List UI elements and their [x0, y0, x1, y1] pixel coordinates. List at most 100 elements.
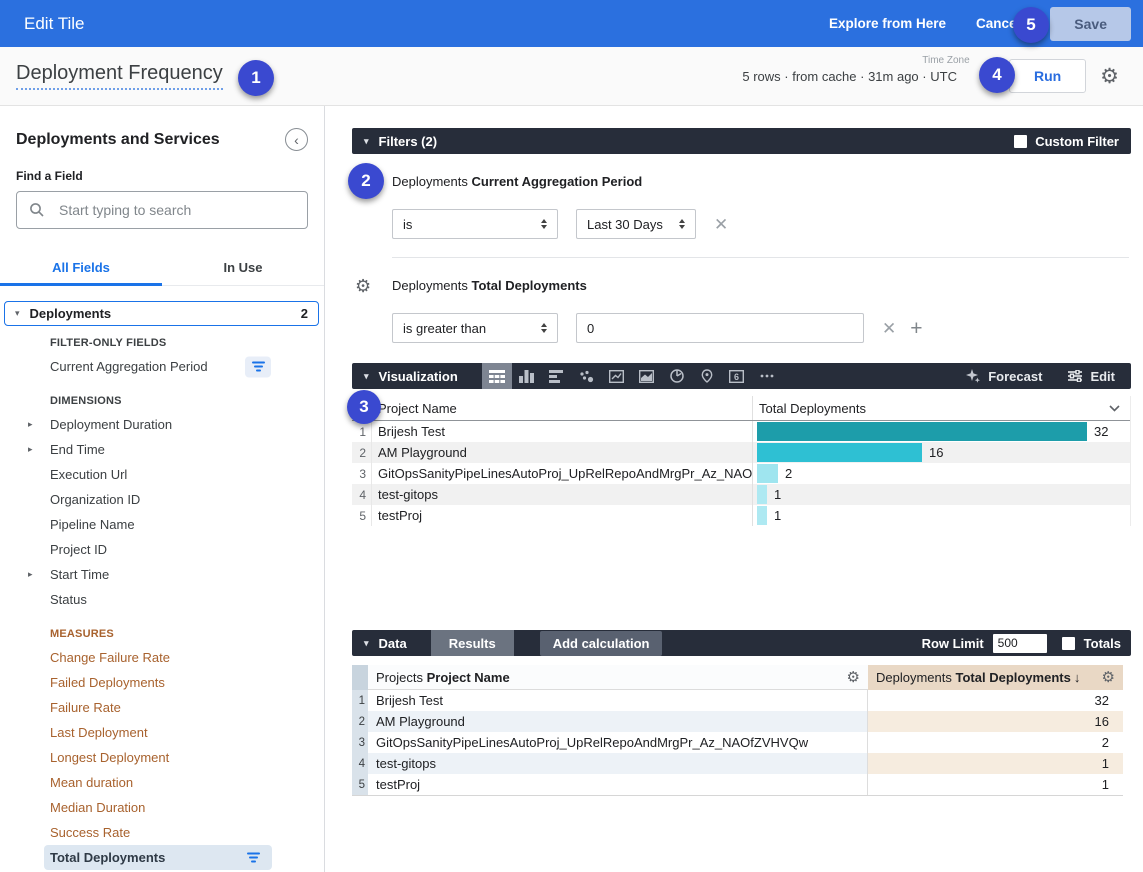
- custom-filter-toggle[interactable]: Custom Filter: [1014, 134, 1119, 149]
- data-col-project-name[interactable]: Projects Project Name ⚙: [368, 665, 868, 690]
- filter-operator-select[interactable]: is greater than: [392, 313, 558, 343]
- timezone-label: Time Zone: [922, 55, 969, 66]
- chevron-right-icon[interactable]: ▸: [28, 444, 33, 455]
- field-item[interactable]: Pipeline Name: [0, 512, 324, 537]
- viz-col-total-deployments[interactable]: Total Deployments: [752, 396, 1130, 420]
- field-label: Median Duration: [50, 800, 145, 815]
- field-label: Deployment Duration: [50, 417, 172, 432]
- query-status-text: 5 rows · from cache · 31m ago · Time Zon…: [742, 69, 957, 84]
- table-chart-icon[interactable]: [482, 363, 512, 389]
- data-table-row[interactable]: 1Brijesh Test32: [352, 690, 1123, 711]
- window-title: Edit Tile: [24, 14, 84, 34]
- data-table-row[interactable]: 4test-gitops1: [352, 753, 1123, 774]
- filter-funnel-icon[interactable]: [240, 847, 266, 868]
- bar-chart-icon[interactable]: [542, 363, 572, 389]
- explore-from-here-link[interactable]: Explore from Here: [829, 16, 946, 31]
- settings-gear-icon[interactable]: ⚙: [1100, 66, 1119, 87]
- field-item[interactable]: Longest Deployment: [0, 745, 324, 770]
- remove-filter-icon[interactable]: ✕: [882, 320, 896, 337]
- field-item[interactable]: Median Duration: [0, 795, 324, 820]
- data-col-total-deployments[interactable]: Deployments Total Deployments↓ ⚙: [868, 665, 1123, 690]
- row-number: 3: [352, 463, 372, 484]
- map-pin-icon[interactable]: [692, 363, 722, 389]
- field-item[interactable]: Last Deployment: [0, 720, 324, 745]
- viz-col-project-name[interactable]: Project Name: [372, 401, 752, 416]
- data-section: ▾ Data Results Add calculation Row Limit…: [352, 630, 1131, 796]
- viz-table-row[interactable]: 2AM Playground16: [352, 442, 1130, 463]
- field-item[interactable]: Status: [0, 587, 324, 612]
- tab-in-use[interactable]: In Use: [162, 255, 324, 285]
- main-panel: ▾ Filters (2) Custom Filter Deployments …: [326, 106, 1143, 872]
- bar-cell: 16: [752, 442, 1130, 463]
- viz-table-row[interactable]: 3GitOpsSanityPipeLinesAutoProj_UpRelRepo…: [352, 463, 1130, 484]
- chevron-right-icon[interactable]: ▸: [28, 419, 33, 430]
- bar-cell: 2: [752, 463, 1130, 484]
- viz-table: Project Name Total Deployments 1Brijesh …: [352, 396, 1131, 526]
- data-table-row[interactable]: 2AM Playground16: [352, 711, 1123, 732]
- data-table-row[interactable]: 5testProj1: [352, 774, 1123, 795]
- column-gear-icon[interactable]: ⚙: [1102, 670, 1115, 685]
- data-table-row[interactable]: 3GitOpsSanityPipeLinesAutoProj_UpRelRepo…: [352, 732, 1123, 753]
- visualization-bar[interactable]: ▾ Visualization 6 Forecast: [352, 363, 1131, 389]
- field-item[interactable]: ▸ Deployment Duration: [0, 412, 324, 437]
- field-item[interactable]: ▸ End Time: [0, 437, 324, 462]
- column-menu-chevron-icon[interactable]: [1109, 405, 1120, 412]
- tab-all-fields[interactable]: All Fields: [0, 255, 162, 285]
- field-item[interactable]: Execution Url: [0, 462, 324, 487]
- field-label: End Time: [50, 442, 105, 457]
- area-chart-icon[interactable]: [632, 363, 662, 389]
- row-limit-input[interactable]: [993, 634, 1047, 653]
- save-button[interactable]: Save: [1050, 7, 1131, 41]
- field-item[interactable]: Current Aggregation Period: [0, 354, 324, 379]
- field-search-box[interactable]: [16, 191, 308, 229]
- data-bar[interactable]: ▾ Data Results Add calculation Row Limit…: [352, 630, 1131, 656]
- viz-table-row[interactable]: 4test-gitops1: [352, 484, 1130, 505]
- filter-funnel-icon[interactable]: [245, 356, 271, 377]
- search-input[interactable]: [57, 201, 295, 219]
- field-item[interactable]: ▸Start Time: [0, 562, 324, 587]
- field-item[interactable]: Failure Rate: [0, 695, 324, 720]
- line-chart-icon[interactable]: [602, 363, 632, 389]
- forecast-button[interactable]: Forecast: [966, 369, 1042, 384]
- field-label: Failure Rate: [50, 700, 121, 715]
- edit-viz-button[interactable]: Edit: [1068, 369, 1115, 384]
- field-item[interactable]: Mean duration: [0, 770, 324, 795]
- field-item[interactable]: Project ID: [0, 537, 324, 562]
- pie-chart-icon[interactable]: [662, 363, 692, 389]
- add-filter-icon[interactable]: +: [910, 318, 922, 339]
- collapse-sidebar-icon[interactable]: ‹: [285, 128, 308, 151]
- total-deployments-cell: 32: [868, 690, 1123, 711]
- custom-filter-checkbox[interactable]: [1014, 135, 1027, 148]
- totals-checkbox[interactable]: [1062, 637, 1075, 650]
- remove-filter-icon[interactable]: ✕: [714, 216, 728, 233]
- field-item[interactable]: Total Deployments: [44, 845, 272, 870]
- row-number: 2: [352, 442, 372, 463]
- field-item[interactable]: Success Rate: [0, 820, 324, 845]
- filter-value-select[interactable]: Last 30 Days: [576, 209, 696, 239]
- chevron-right-icon[interactable]: ▸: [28, 569, 33, 580]
- field-item[interactable]: Change Failure Rate: [0, 645, 324, 670]
- page-title[interactable]: Deployment Frequency: [16, 62, 223, 90]
- filters-section: ▾ Filters (2) Custom Filter Deployments …: [352, 128, 1131, 343]
- filter-value-input[interactable]: [576, 313, 864, 343]
- run-button[interactable]: Run: [1009, 59, 1086, 93]
- scatter-plot-icon[interactable]: [572, 363, 602, 389]
- deployments-group-row[interactable]: ▾ Deployments 2: [4, 301, 319, 326]
- viz-table-row[interactable]: 1Brijesh Test32: [352, 421, 1130, 442]
- column-chart-icon[interactable]: [512, 363, 542, 389]
- filter-gear-icon[interactable]: ⚙: [355, 276, 371, 297]
- results-tab[interactable]: Results: [431, 630, 514, 656]
- filter-operator-select[interactable]: is: [392, 209, 558, 239]
- row-limit-label: Row Limit: [922, 636, 984, 651]
- add-calculation-button[interactable]: Add calculation: [540, 631, 663, 656]
- field-item[interactable]: Organization ID: [0, 487, 324, 512]
- viz-table-row[interactable]: 5testProj1: [352, 505, 1130, 526]
- filters-bar[interactable]: ▾ Filters (2) Custom Filter: [352, 128, 1131, 154]
- single-value-icon[interactable]: 6: [722, 363, 752, 389]
- filters-title: Filters (2): [379, 134, 438, 149]
- field-item[interactable]: Failed Deployments: [0, 670, 324, 695]
- explore-title: Deployments and Services: [16, 131, 220, 149]
- project-name-cell: testProj: [372, 508, 752, 523]
- more-viz-types-icon[interactable]: [752, 363, 782, 389]
- column-gear-icon[interactable]: ⚙: [847, 670, 860, 685]
